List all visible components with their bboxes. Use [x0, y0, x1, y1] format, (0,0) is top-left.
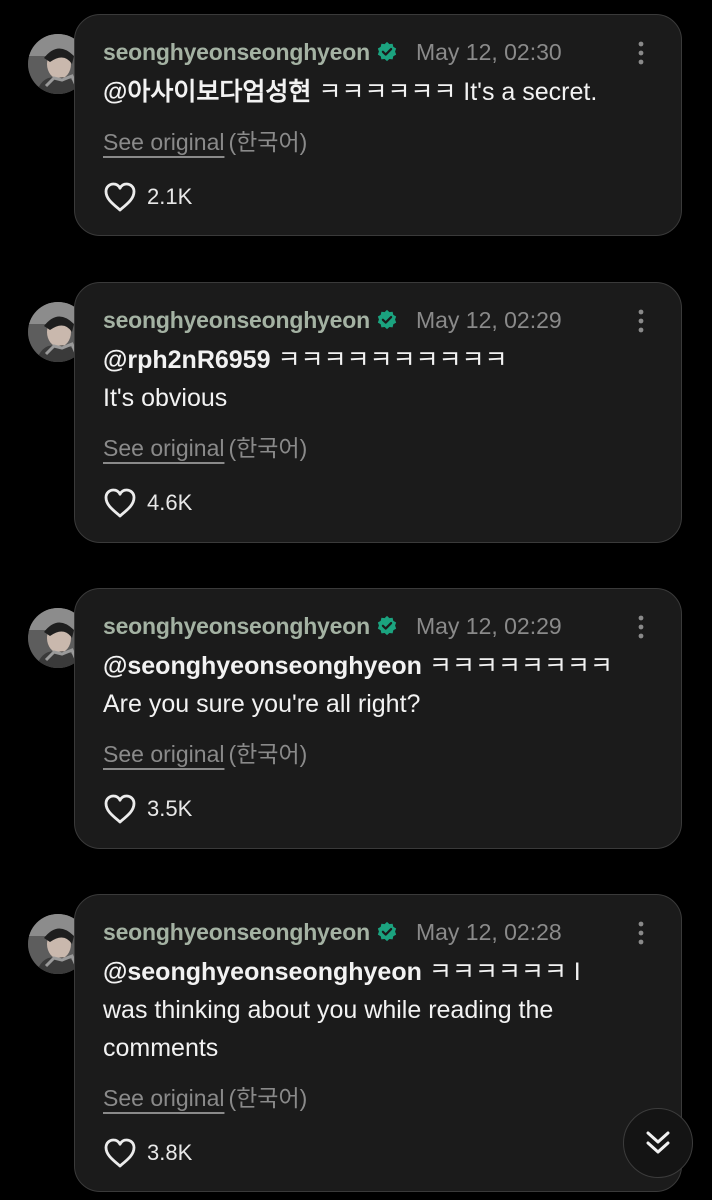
original-language: (한국어) [228, 435, 308, 461]
like-count: 3.5K [147, 796, 193, 821]
comment-text-rest: Are you sure you're all right? [103, 690, 421, 718]
comment-text-inline: ㅋㅋㅋㅋㅋㅋㅋㅋ [421, 652, 613, 680]
mention-link[interactable]: @rph2nR6959 [103, 346, 271, 374]
username[interactable]: seonghyeonseonghyeon [103, 613, 370, 640]
comment-item: seonghyeonseonghyeon May 12, 02:30 @아사이보… [0, 14, 712, 274]
comment-header: seonghyeonseonghyeon May 12, 02:29 [103, 305, 562, 335]
comment-card: seonghyeonseonghyeon May 12, 02:29 @rph2… [74, 282, 682, 543]
username[interactable]: seonghyeonseonghyeon [103, 919, 370, 946]
comment-text-inline: ㅋㅋㅋㅋㅋㅋㅋㅋㅋㅋ [270, 346, 508, 374]
more-options-icon[interactable] [637, 921, 645, 945]
username[interactable]: seonghyeonseonghyeon [103, 39, 370, 66]
see-original-row: See original (한국어) [103, 429, 307, 463]
more-options-icon[interactable] [637, 309, 645, 333]
original-language: (한국어) [228, 741, 308, 767]
verified-badge-icon [377, 41, 397, 62]
double-chevron-down-icon [646, 1131, 670, 1154]
comment-item: seonghyeonseonghyeon May 12, 02:29 @seon… [0, 588, 712, 849]
see-original-link[interactable]: See original [103, 1085, 224, 1111]
comment-card: seonghyeonseonghyeon May 12, 02:29 @seon… [74, 588, 682, 849]
like-button[interactable]: 2.1K [103, 181, 192, 213]
more-options-icon[interactable] [637, 615, 645, 639]
mention-link[interactable]: @seonghyeonseonghyeon [103, 958, 422, 986]
username[interactable]: seonghyeonseonghyeon [103, 307, 370, 334]
verified-badge-icon [377, 921, 397, 942]
more-options-icon[interactable] [637, 41, 645, 65]
heart-icon [104, 1138, 136, 1168]
see-original-link[interactable]: See original [103, 741, 224, 767]
like-button[interactable]: 4.6K [103, 487, 192, 519]
comment-item: seonghyeonseonghyeon May 12, 02:28 @seon… [0, 894, 712, 1200]
mention-link[interactable]: @seonghyeonseonghyeon [103, 652, 422, 680]
mention-link[interactable]: @아사이보다엄성현 [103, 78, 311, 106]
like-count: 2.1K [147, 184, 193, 209]
comment-card: seonghyeonseonghyeon May 12, 02:30 @아사이보… [74, 14, 682, 236]
verified-badge-icon [377, 309, 397, 330]
see-original-link[interactable]: See original [103, 435, 224, 461]
comment-card: seonghyeonseonghyeon May 12, 02:28 @seon… [74, 894, 682, 1192]
original-language: (한국어) [228, 1085, 308, 1111]
scroll-to-bottom-button[interactable] [623, 1108, 693, 1178]
comment-text: @seonghyeonseonghyeon ㅋㅋㅋㅋㅋㅋ I was think… [103, 953, 653, 1067]
comment-text-rest: It's obvious [103, 384, 228, 412]
comment-header: seonghyeonseonghyeon May 12, 02:30 [103, 37, 562, 67]
comment-header: seonghyeonseonghyeon May 12, 02:29 [103, 611, 562, 641]
see-original-row: See original (한국어) [103, 735, 307, 769]
heart-icon [104, 488, 136, 518]
comment-text-rest: was thinking about you while reading the… [103, 996, 554, 1062]
see-original-row: See original (한국어) [103, 123, 307, 157]
like-button[interactable]: 3.8K [103, 1137, 192, 1169]
comment-text: @seonghyeonseonghyeon ㅋㅋㅋㅋㅋㅋㅋㅋ Are you s… [103, 647, 653, 723]
comment-text: @rph2nR6959 ㅋㅋㅋㅋㅋㅋㅋㅋㅋㅋ It's obvious [103, 341, 653, 417]
see-original-row: See original (한국어) [103, 1079, 307, 1113]
comment-text-inline: ㅋㅋㅋㅋㅋㅋ I [421, 958, 581, 986]
like-count: 3.8K [147, 1140, 193, 1165]
comment-header: seonghyeonseonghyeon May 12, 02:28 [103, 917, 562, 947]
timestamp: May 12, 02:29 [415, 612, 562, 639]
comment-text: @아사이보다엄성현 ㅋㅋㅋㅋㅋㅋ It's a secret. [103, 73, 653, 111]
like-button[interactable]: 3.5K [103, 793, 192, 825]
comment-item: seonghyeonseonghyeon May 12, 02:29 @rph2… [0, 282, 712, 543]
see-original-link[interactable]: See original [103, 129, 224, 155]
verified-badge-icon [377, 615, 397, 636]
timestamp: May 12, 02:29 [415, 306, 562, 333]
timestamp: May 12, 02:28 [415, 918, 562, 945]
timestamp: May 12, 02:30 [415, 38, 562, 65]
like-count: 4.6K [147, 490, 193, 515]
heart-icon [104, 182, 136, 212]
comment-feed: seonghyeonseonghyeon May 12, 02:30 @아사이보… [0, 0, 712, 1200]
heart-icon [104, 794, 136, 824]
comment-text-inline: ㅋㅋㅋㅋㅋㅋ It's a secret. [311, 78, 598, 106]
original-language: (한국어) [228, 129, 308, 155]
